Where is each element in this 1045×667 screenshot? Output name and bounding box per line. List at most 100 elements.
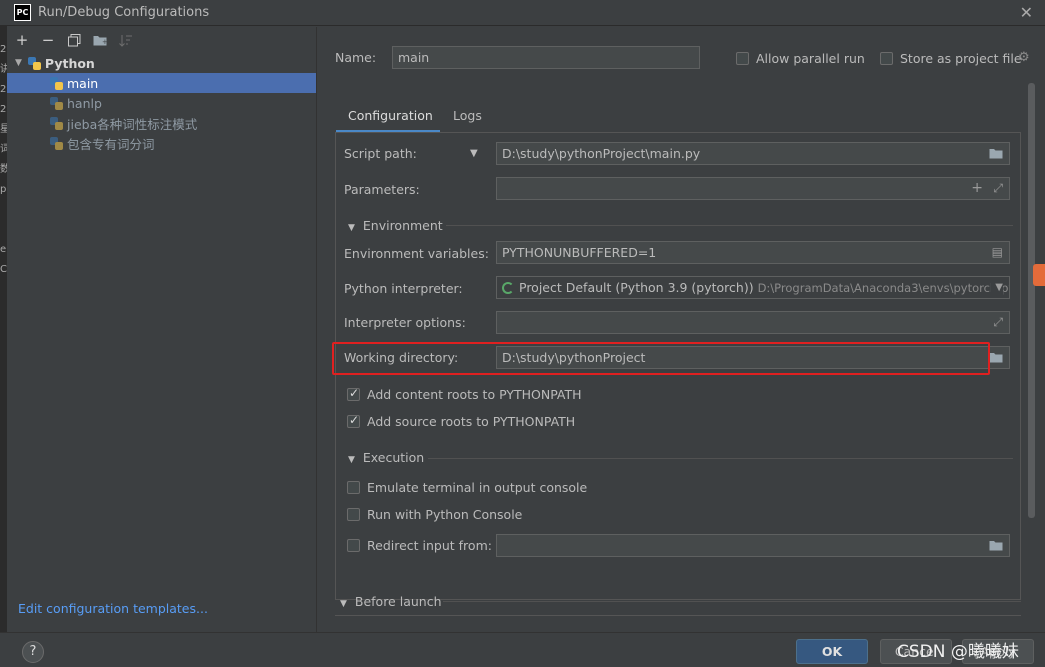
add-configuration-button[interactable]: + [13, 31, 31, 49]
close-icon[interactable]: ✕ [1020, 3, 1033, 22]
before-launch-section[interactable]: ▼ Before launch [340, 594, 442, 609]
python-interpreter-icon [502, 282, 514, 294]
tree-item-jieba[interactable]: jieba各种词性标注模式 [7, 113, 316, 133]
add-content-roots-label: Add content roots to PYTHONPATH [367, 387, 582, 402]
tab-configuration[interactable]: Configuration [336, 103, 440, 133]
name-label: Name: [335, 50, 377, 65]
caret-down-icon: ▼ [348, 223, 355, 233]
run-debug-dialog: PC Run/Debug Configurations ✕ 2 讲 2 2 星 … [0, 0, 1045, 667]
section-divider [428, 458, 1013, 459]
run-with-console-label: Run with Python Console [367, 507, 523, 522]
edit-env-vars-icon[interactable]: ▤ [992, 242, 1003, 263]
tree-group-label: Python [44, 55, 95, 71]
emulate-terminal-checkbox[interactable] [347, 481, 360, 494]
script-path-input[interactable]: D:\study\pythonProject\main.py [496, 142, 1010, 165]
ok-button[interactable]: OK [796, 639, 868, 664]
tree-item-label: jieba各种词性标注模式 [67, 116, 198, 132]
interpreter-options-label: Interpreter options: [344, 315, 466, 330]
script-path-label: Script path: [344, 146, 417, 161]
configurations-tree-panel: + − + ▼ Python main hanlp jieba各种词性标注模式 … [7, 27, 317, 632]
edge-char: 数 [0, 164, 7, 175]
env-vars-input[interactable]: PYTHONUNBUFFERED=1 ▤ [496, 241, 1010, 264]
configuration-editor: Name: main Allow parallel run Store as p… [318, 27, 1045, 632]
gear-icon[interactable]: ⚙ [1018, 50, 1030, 65]
redirect-input-checkbox[interactable] [347, 539, 360, 552]
background-window-text: 2 讲 2 2 星 词 数 p e C [0, 40, 7, 280]
edge-char: 2 [0, 44, 7, 55]
add-source-roots-checkbox[interactable] [347, 413, 360, 428]
csdn-watermark: CSDN @曦曦妹 [897, 642, 1019, 662]
parameters-input[interactable]: + ⤢ [496, 177, 1010, 200]
folder-browse-icon[interactable] [989, 143, 1003, 164]
remove-configuration-button[interactable]: − [39, 31, 57, 49]
env-vars-label: Environment variables: [344, 246, 489, 261]
parameters-label: Parameters: [344, 182, 420, 197]
env-vars-value: PYTHONUNBUFFERED=1 [502, 245, 657, 260]
edge-char: C [0, 264, 7, 275]
before-launch-title: Before launch [354, 594, 442, 609]
caret-down-icon: ▼ [348, 455, 355, 465]
allow-parallel-run-label: Allow parallel run [756, 51, 865, 66]
tree-item-main[interactable]: main [7, 73, 316, 93]
expand-icon[interactable]: ⤢ [993, 312, 1003, 333]
expand-icon[interactable]: ⤢ [993, 178, 1003, 199]
redirect-input-field[interactable] [496, 534, 1010, 557]
name-input[interactable]: main [392, 46, 700, 69]
environment-section[interactable]: ▼ Environment [348, 218, 443, 233]
help-button[interactable]: ? [22, 641, 44, 663]
sort-icon[interactable] [117, 31, 135, 49]
script-path-type-dropdown-icon[interactable]: ▼ [470, 148, 478, 159]
tree-toolbar: + − + [7, 27, 316, 53]
chevron-down-icon[interactable]: ▼ [991, 277, 1003, 298]
tab-logs[interactable]: Logs [453, 103, 493, 133]
section-divider [443, 601, 1021, 602]
tree-item-proper-noun[interactable]: 包含专有词分词 [7, 133, 316, 153]
tree-item-label: hanlp [67, 95, 102, 111]
edge-char: e [0, 244, 7, 255]
execution-section[interactable]: ▼ Execution [348, 450, 424, 465]
run-with-console-checkbox[interactable] [347, 508, 360, 521]
interpreter-label: Python interpreter: [344, 281, 463, 296]
allow-parallel-run-checkbox[interactable] [736, 52, 749, 65]
tree-item-label: main [67, 75, 99, 91]
python-icon [50, 76, 63, 90]
tree-item-hanlp[interactable]: hanlp [7, 93, 316, 113]
title-bar: PC Run/Debug Configurations ✕ [0, 0, 1045, 26]
folder-browse-icon[interactable] [989, 347, 1003, 368]
edit-configuration-templates-link[interactable]: Edit configuration templates... [18, 601, 208, 616]
add-parameter-icon[interactable]: + [971, 178, 983, 199]
python-icon [50, 96, 63, 110]
add-content-roots-checkbox[interactable] [347, 386, 360, 401]
background-app-edge [1033, 264, 1045, 286]
interpreter-value: Project Default (Python 3.9 (pytorch)) [519, 280, 754, 295]
caret-down-icon[interactable]: ▼ [15, 58, 22, 68]
folder-browse-icon[interactable] [989, 535, 1003, 556]
red-highlight-annotation [332, 342, 990, 375]
edge-char: 星 [0, 124, 7, 135]
copy-icon[interactable] [65, 31, 83, 49]
interpreter-select[interactable]: Project Default (Python 3.9 (pytorch)) D… [496, 276, 1010, 299]
environment-section-title: Environment [362, 218, 443, 233]
interpreter-options-input[interactable]: ⤢ [496, 311, 1010, 334]
store-as-project-file-checkbox[interactable] [880, 52, 893, 65]
tree-item-label: 包含专有词分词 [67, 136, 155, 152]
redirect-input-label: Redirect input from: [367, 538, 492, 553]
python-icon [50, 116, 63, 130]
edge-char: 2 [0, 84, 7, 95]
script-path-value: D:\study\pythonProject\main.py [502, 146, 701, 161]
execution-section-title: Execution [362, 450, 425, 465]
vertical-scrollbar[interactable] [1028, 83, 1035, 518]
svg-text:+: + [102, 38, 107, 46]
python-icon [50, 136, 63, 150]
dialog-button-bar: ? OK Cancel Apply CSDN @曦曦妹 [0, 632, 1045, 667]
edge-char: 讲 [0, 64, 7, 75]
section-divider [446, 225, 1013, 226]
store-as-project-file-label: Store as project file [900, 51, 1022, 66]
caret-down-icon: ▼ [340, 599, 347, 609]
before-launch-box-top [335, 615, 1021, 616]
python-icon [27, 56, 41, 70]
new-folder-icon[interactable]: + [91, 31, 109, 49]
edge-char: 词 [0, 144, 7, 155]
tree-group-python[interactable]: ▼ Python [7, 53, 316, 73]
edge-char: 2 [0, 104, 7, 115]
